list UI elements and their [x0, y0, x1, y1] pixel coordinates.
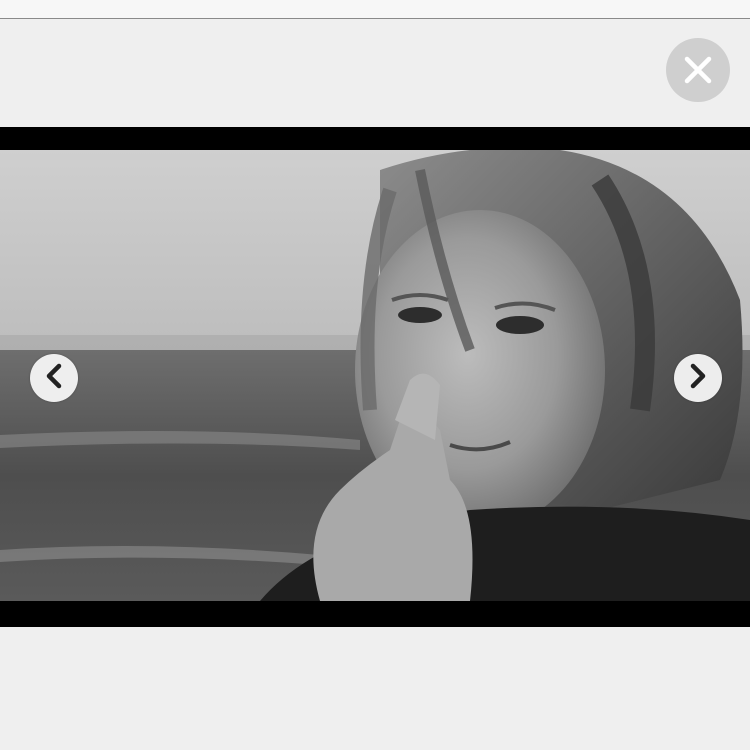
- chevron-right-icon: [689, 363, 707, 394]
- close-button[interactable]: [666, 38, 730, 102]
- image-viewer: [0, 127, 750, 627]
- close-icon: [683, 55, 713, 85]
- viewer-photo: [0, 150, 750, 601]
- prev-image-button[interactable]: [30, 354, 78, 402]
- bottom-area: [0, 627, 750, 750]
- chevron-left-icon: [45, 363, 63, 394]
- top-strip: [0, 0, 750, 19]
- next-image-button[interactable]: [674, 354, 722, 402]
